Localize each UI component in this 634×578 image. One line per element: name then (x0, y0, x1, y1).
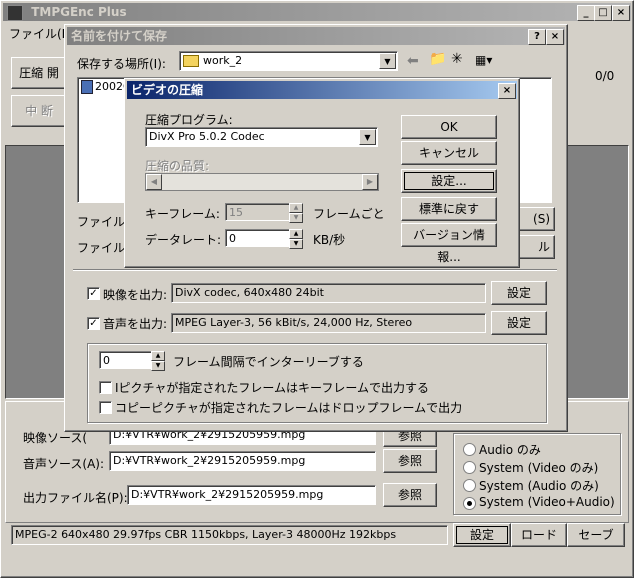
defaults-button[interactable]: 標準に戻す (401, 197, 497, 221)
keyframe-unit: フレームごと (313, 207, 385, 221)
compress-dialog: ビデオの圧縮 × 圧縮プログラム: DivX Pro 5.0.2 Codec ▼… (124, 78, 520, 268)
maximize-button[interactable]: □ (594, 5, 612, 21)
close-button[interactable]: × (612, 5, 630, 21)
compress-dialog-titlebar: ビデオの圧縮 (127, 81, 517, 99)
file-icon (81, 80, 93, 94)
radio-audio-only[interactable] (463, 443, 476, 456)
interleave-label: フレーム間隔でインターリーブする (173, 355, 364, 369)
settings-button[interactable]: 設定 (453, 523, 511, 547)
radio-label-2: System (Audio のみ) (479, 479, 599, 493)
program-dropdown[interactable]: DivX Pro 5.0.2 Codec ▼ (145, 127, 378, 147)
compress-dialog-close-button[interactable]: × (498, 83, 516, 99)
quality-slider[interactable]: ◀ ▶ (145, 173, 379, 191)
main-title: TMPGEnc Plus (31, 5, 127, 19)
location-label: 保存する場所(I): (77, 57, 166, 71)
status-bar: MPEG-2 640x480 29.97fps CBR 1150kbps, La… (11, 525, 448, 545)
datarate-unit: KB/秒 (313, 233, 346, 247)
load-button[interactable]: ロード (511, 523, 567, 547)
help-button[interactable]: ? (528, 29, 546, 45)
video-output-settings[interactable]: 設定 (491, 281, 547, 305)
program-label: 圧縮プログラム: (145, 113, 233, 127)
radio-system-audio[interactable] (463, 479, 476, 492)
slider-right-arrow[interactable]: ▶ (362, 174, 378, 190)
audio-output-label: 音声を出力: (103, 317, 168, 331)
stop-button[interactable]: 中 断 (11, 95, 67, 127)
radio-label-1: System (Video のみ) (479, 461, 599, 475)
app-icon (7, 4, 23, 21)
radio-system-video-audio[interactable] (463, 497, 476, 510)
quality-label: 圧縮の品質: (145, 159, 210, 173)
audio-output-settings[interactable]: 設定 (491, 311, 547, 335)
radio-label-0: Audio のみ (479, 443, 541, 457)
copy-picture-label: コピーピクチャが指定されたフレームはドロップフレームで出力 (115, 401, 463, 415)
datarate-label: データレート: (145, 233, 222, 247)
i-picture-checkbox[interactable] (99, 381, 112, 394)
audio-output-checkbox[interactable]: ✓ (87, 317, 100, 330)
back-icon[interactable]: ⬅ (407, 53, 419, 69)
ok-button[interactable]: OK (401, 115, 497, 139)
counter: 0/0 (595, 69, 615, 83)
audio-source-label: 音声ソース(A): (23, 457, 105, 471)
new-folder-icon[interactable]: ✳ (451, 51, 463, 67)
output-label: 出力ファイル名(P): (23, 491, 128, 505)
audio-source-browse[interactable]: 参照 (383, 449, 437, 473)
radio-label-3: System (Video+Audio) (479, 495, 615, 509)
up-folder-icon[interactable]: 📁 (429, 51, 446, 67)
minimize-button[interactable]: _ (577, 5, 595, 21)
folder-icon (183, 55, 199, 67)
separator (73, 269, 557, 271)
main-titlebar: TMPGEnc Plus (3, 3, 631, 21)
datarate-input[interactable]: 0 (225, 229, 290, 247)
chevron-down-icon[interactable]: ▼ (359, 129, 376, 145)
interleave-input[interactable]: 0 (99, 351, 152, 369)
output-input[interactable]: D:¥VTR¥work_2¥2915205959.mpg (127, 485, 376, 505)
keyframe-input[interactable]: 15 (225, 203, 290, 221)
audio-source-input[interactable]: D:¥VTR¥work_2¥2915205959.mpg (109, 451, 376, 471)
audio-output-value: MPEG Layer-3, 56 kBit/s, 24,000 Hz, Ster… (171, 313, 486, 333)
video-output-checkbox[interactable]: ✓ (87, 287, 100, 300)
interleave-spinner[interactable]: ▲ ▼ (151, 351, 165, 371)
slider-left-arrow[interactable]: ◀ (146, 174, 162, 190)
chevron-down-icon[interactable]: ▼ (379, 53, 396, 69)
video-output-label: 映像を出力: (103, 288, 168, 302)
datarate-spinner[interactable]: ▲ ▼ (289, 229, 303, 249)
save-dialog-title: 名前を付けて保存 (71, 29, 168, 43)
radio-system-video[interactable] (463, 461, 476, 474)
save-dialog-close-button[interactable]: × (546, 29, 564, 45)
save-dialog-titlebar: 名前を付けて保存 (67, 27, 565, 45)
view-menu-icon[interactable]: ▦▾ (475, 53, 492, 67)
output-browse[interactable]: 参照 (383, 483, 437, 507)
compress-dialog-title: ビデオの圧縮 (131, 83, 204, 97)
configure-button[interactable]: 設定... (401, 169, 497, 193)
i-picture-label: Iピクチャが指定されたフレームはキーフレームで出力する (115, 381, 429, 395)
video-output-value: DivX codec, 640x480 24bit (171, 283, 486, 303)
cancel-button[interactable]: キャンセル (401, 141, 497, 165)
save-button[interactable]: セーブ (567, 523, 625, 547)
keyframe-spinner[interactable]: ▲ ▼ (289, 203, 303, 223)
version-button[interactable]: バージョン情報... (401, 223, 497, 264)
copy-picture-checkbox[interactable] (99, 401, 112, 414)
keyframe-label: キーフレーム: (145, 207, 220, 221)
location-dropdown[interactable]: work_2 ▼ (179, 51, 398, 71)
encode-button[interactable]: 圧縮 開 (11, 57, 67, 89)
